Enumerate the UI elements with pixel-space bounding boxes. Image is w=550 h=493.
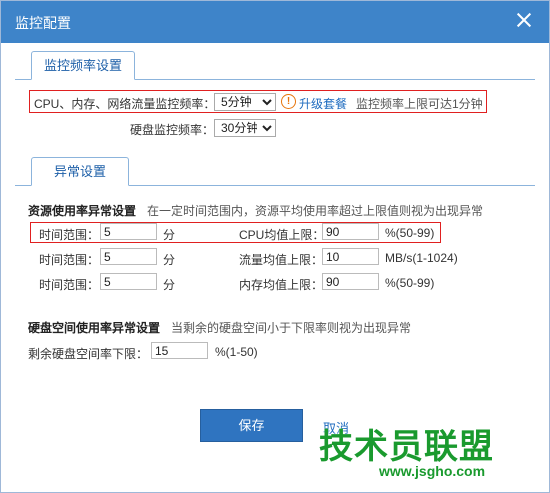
close-icon[interactable] xyxy=(515,11,533,29)
cpu-limit-input[interactable] xyxy=(322,223,379,240)
tab-frequency-settings[interactable]: 监控频率设置 xyxy=(31,51,136,80)
time-range-label: 时间范围： xyxy=(39,228,100,242)
cpu-frequency-label: CPU、内存、网络流量监控频率： xyxy=(34,97,216,111)
traffic-limit-input[interactable] xyxy=(322,248,379,265)
resource-anomaly-title: 资源使用率异常设置 xyxy=(28,204,137,218)
cpu-limit-unit: %(50-99) xyxy=(385,226,435,240)
memory-limit-input[interactable] xyxy=(322,273,379,290)
traffic-time-range-input[interactable] xyxy=(100,248,157,265)
cpu-frequency-select[interactable]: 5分钟 xyxy=(214,93,276,111)
cpu-limit-label: CPU均值上限： xyxy=(239,228,325,242)
tab-anomaly-settings[interactable]: 异常设置 xyxy=(31,157,130,186)
memory-limit-label: 内存均值上限： xyxy=(239,278,324,292)
warning-icon: ! xyxy=(281,94,296,109)
dialog-titlebar: 监控配置 xyxy=(1,1,549,43)
disk-frequency-label: 硬盘监控频率： xyxy=(130,123,215,137)
disk-anomaly-title: 硬盘空间使用率异常设置 xyxy=(28,321,161,335)
time-range-label: 时间范围： xyxy=(39,253,100,267)
cpu-time-range-input[interactable] xyxy=(100,223,157,240)
traffic-limit-unit: MB/s(1-1024) xyxy=(385,251,458,265)
dialog-title: 监控配置 xyxy=(15,15,71,31)
upgrade-plan-link[interactable]: 升级套餐 xyxy=(299,95,347,112)
monitor-config-dialog: 监控配置 监控频率设置 CPU、内存、网络流量监控频率： 5分钟 ! 升级套餐 … xyxy=(0,0,550,493)
disk-lower-limit-input[interactable] xyxy=(151,342,208,359)
frequency-tab-row: 监控频率设置 xyxy=(1,51,549,80)
disk-lower-limit-label: 剩余硬盘空间率下限： xyxy=(28,347,149,361)
time-unit: 分 xyxy=(163,253,176,267)
memory-limit-unit: %(50-99) xyxy=(385,276,435,290)
time-unit: 分 xyxy=(163,278,176,292)
memory-time-range-input[interactable] xyxy=(100,273,157,290)
disk-lower-limit-unit: %(1-50) xyxy=(215,345,258,359)
time-unit: 分 xyxy=(163,228,176,242)
anomaly-tab-row: 异常设置 xyxy=(1,157,549,186)
time-range-label: 时间范围： xyxy=(39,278,100,292)
save-button[interactable]: 保存 xyxy=(200,409,303,442)
resource-anomaly-desc: 在一定时间范围内，资源平均使用率超过上限值则视为出现异常 xyxy=(147,204,484,218)
disk-anomaly-desc: 当剩余的硬盘空间小于下限率则视为出现异常 xyxy=(171,321,412,335)
watermark-url: www.jsgho.com xyxy=(379,463,486,479)
traffic-limit-label: 流量均值上限： xyxy=(239,253,324,267)
disk-frequency-select[interactable]: 30分钟 xyxy=(214,119,276,137)
watermark-text: 技术员联盟 xyxy=(319,428,494,466)
upgrade-note: 监控频率上限可达1分钟 xyxy=(356,97,483,111)
watermark-logo: 技术员联盟 www.jsgho.com xyxy=(319,419,509,487)
